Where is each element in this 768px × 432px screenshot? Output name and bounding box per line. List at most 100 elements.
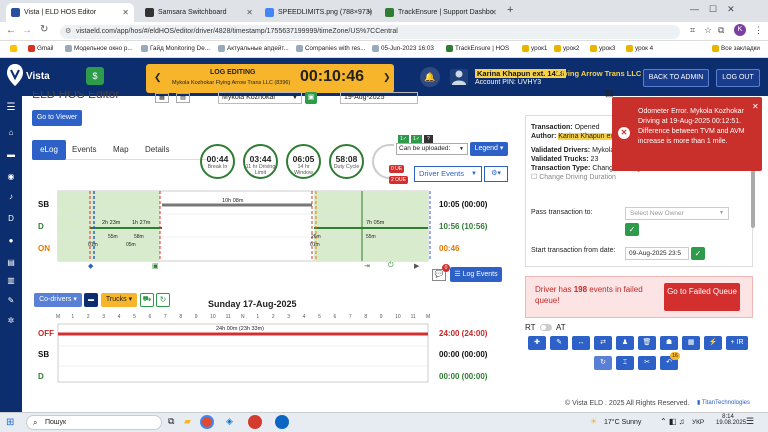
back-to-admin-button[interactable]: BACK TO ADMIN — [643, 69, 709, 87]
document-icon[interactable]: ▤ — [6, 258, 16, 268]
event-truck-icon[interactable]: ▣ — [152, 262, 159, 270]
driver-events-select[interactable]: Driver Events ▼ — [414, 166, 482, 182]
can-be-uploaded-select[interactable]: Can be uploaded: ▼ — [396, 143, 468, 155]
translate-icon[interactable]: ⌗ — [690, 25, 695, 36]
extensions-icon[interactable]: ⧉ — [718, 25, 724, 36]
add-event-icon[interactable]: ⛟ — [140, 293, 154, 307]
back-icon[interactable]: ← — [6, 25, 16, 36]
address-bar[interactable]: ⚙ vistaeld.com/app/hos/#/eldHOS/editor/d… — [60, 25, 680, 39]
pencil-icon[interactable]: ✎ — [550, 336, 568, 350]
bookmark-star-icon[interactable]: ☆ — [704, 25, 712, 36]
new-owner-select[interactable]: Select New Owner ▼ — [625, 207, 729, 220]
users-icon[interactable]: ◉ — [6, 172, 16, 182]
tab-events[interactable]: Events — [72, 145, 96, 154]
bookmark-item[interactable]: Модельное окно р... — [65, 45, 133, 52]
tab-elog[interactable]: eLog — [32, 140, 66, 160]
close-icon[interactable]: ✕ — [366, 3, 373, 22]
event-person-icon[interactable]: ◆ — [88, 262, 93, 270]
home-icon[interactable]: ⌂ — [6, 128, 16, 138]
folder-icon[interactable]: ▰ — [184, 416, 191, 427]
event-video-icon[interactable]: ▶ — [414, 262, 419, 270]
scissors-icon[interactable]: ✂ — [638, 356, 656, 370]
bookmark-item[interactable]: Companies with res... — [296, 45, 366, 52]
logout-button[interactable]: LOG OUT — [716, 69, 760, 87]
shift-icon[interactable]: ↔ — [572, 336, 590, 350]
browser-tab-trackensure[interactable]: TrackEnsure | Support Dashbo ✕ — [380, 3, 502, 22]
bookmark-item[interactable]: 05-Jun-2023 16:03 — [372, 45, 434, 52]
chrome-icon[interactable] — [200, 415, 214, 429]
browser-tab-speedlimits[interactable]: SPEEDLIMITS.png (788×973) ✕ — [260, 3, 378, 22]
eld-icon[interactable]: D — [6, 214, 16, 224]
bookmark-item[interactable]: урок3 — [590, 45, 615, 52]
confirm-owner-button[interactable]: ✓ — [625, 223, 639, 236]
driver-select[interactable]: Mykola Kozhokar ▼ — [218, 92, 302, 104]
truck-icon[interactable]: ▬ — [6, 150, 16, 160]
money-icon[interactable]: $ — [86, 67, 104, 85]
settings-gear-icon[interactable]: ⚙▾ — [484, 166, 508, 182]
bookmark-item[interactable]: TrackEnsure | HOS — [446, 45, 509, 52]
group-icon[interactable]: ☗ — [660, 336, 678, 350]
tray-icons[interactable]: ⌃ ◧ ♫ — [660, 417, 685, 426]
language-indicator[interactable]: УКР — [692, 419, 704, 426]
magic-wand-icon[interactable]: ⚡ — [704, 336, 722, 350]
add-icon[interactable]: ✚ — [528, 336, 546, 350]
browser-tab-vista[interactable]: Vista | ELD HOS Editor ✕ — [6, 3, 134, 22]
close-icon[interactable]: ✕ — [246, 3, 253, 22]
reload-icon[interactable]: ↻ — [40, 24, 48, 35]
start-date-input[interactable]: 09-Aug-2025 23:5 — [625, 247, 689, 260]
close-icon[interactable]: ✕ — [752, 102, 759, 111]
sync-icon[interactable]: ↻ — [594, 356, 612, 370]
refresh-icon[interactable]: ↻ — [156, 293, 170, 307]
event-login-icon[interactable]: ⇥ — [364, 262, 370, 270]
app-icon[interactable]: ◈ — [226, 416, 233, 427]
site-info-icon[interactable]: ⚙ — [65, 25, 71, 39]
taskbar-search[interactable]: ⌕ Пошук — [26, 415, 162, 430]
chevron-right-icon[interactable]: ❯ — [383, 72, 391, 83]
log-events-button[interactable]: ☰ Log Events — [450, 267, 502, 282]
close-icon[interactable]: ✕ — [490, 3, 497, 22]
legend-button[interactable]: Legend ▾ — [470, 142, 508, 156]
help-icon[interactable]: ? — [423, 135, 433, 143]
vista-logo[interactable] — [6, 63, 24, 87]
trash-icon[interactable]: 🗑 — [638, 336, 656, 350]
notification-bell-icon[interactable]: 🔔 — [420, 67, 440, 87]
lock-icon[interactable]: ▣ — [305, 92, 317, 104]
date-input[interactable]: 19-Aug-2025 — [340, 92, 418, 104]
profile-avatar[interactable]: K — [734, 24, 746, 36]
bell-icon[interactable]: ♪ — [6, 192, 16, 202]
opera-icon[interactable] — [248, 415, 262, 429]
task-view-icon[interactable]: ⧉ — [168, 416, 174, 427]
windows-start-icon[interactable]: ⊞ — [6, 417, 14, 428]
map-pin-icon[interactable]: ● — [6, 236, 16, 246]
bookmark-item[interactable]: Gmail — [28, 45, 53, 52]
split-icon[interactable]: ⌶ — [616, 356, 634, 370]
swap-icon[interactable]: ⇄ — [594, 336, 612, 350]
bookmark-item[interactable]: урок1 — [522, 45, 547, 52]
clock[interactable]: 8:14 19.08.2025 — [716, 414, 746, 426]
chart-icon[interactable]: ▥ — [6, 276, 16, 286]
type-checkbox[interactable]: ☐ Change Driving Duration — [531, 173, 669, 182]
panel-scrollbar[interactable] — [751, 170, 755, 228]
event-power-icon[interactable]: ⏻ — [388, 262, 394, 270]
tab-map[interactable]: Map — [113, 145, 129, 154]
go-to-failed-queue-button[interactable]: Go to Failed Queue — [664, 283, 740, 311]
codrivers-select[interactable]: Co-drivers ▾ — [34, 293, 82, 307]
wrench-icon[interactable]: ✎ — [6, 296, 16, 306]
gear-icon[interactable]: ✲ — [6, 316, 16, 326]
bookmark-item[interactable] — [10, 45, 17, 52]
close-icon[interactable]: ✕ — [122, 3, 129, 22]
trucks-select[interactable]: Trucks ▾ — [101, 293, 137, 307]
bookmark-item[interactable]: урок2 — [554, 45, 579, 52]
tab-details[interactable]: Details — [145, 145, 169, 154]
grid-icon[interactable]: ▦ — [682, 336, 700, 350]
calendar-icon[interactable]: ▦ — [155, 93, 169, 103]
hamburger-menu-icon[interactable]: ☰ — [6, 103, 16, 113]
edge-icon[interactable] — [275, 415, 289, 429]
document-icon[interactable]: ▤ — [176, 93, 190, 103]
new-tab-icon[interactable]: + — [507, 4, 513, 16]
browser-tab-samsara[interactable]: Samsara Switchboard ✕ — [140, 3, 258, 22]
rt-at-toggle[interactable] — [540, 324, 552, 331]
go-to-viewer-button[interactable]: Go to Viewer — [32, 110, 82, 126]
bookmark-item[interactable]: Все закладки — [712, 45, 760, 52]
bookmark-item[interactable]: урок 4 — [626, 45, 653, 52]
